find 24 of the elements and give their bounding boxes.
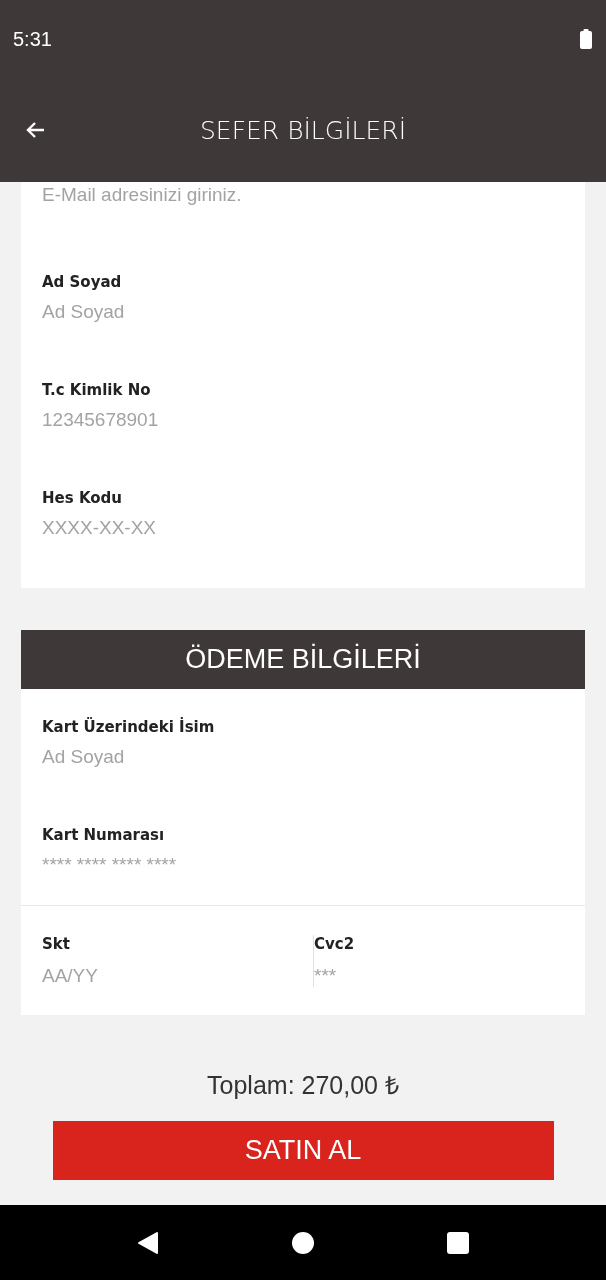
section-title: ÖDEME BİLGİLERİ <box>185 644 421 675</box>
home-icon[interactable] <box>291 1230 315 1255</box>
field-label: Cvc2 <box>314 934 356 953</box>
field-label: Kart Üzerindeki İsim <box>42 718 215 736</box>
input-field[interactable]: 12345678901 <box>42 409 522 431</box>
back-icon[interactable] <box>135 1230 160 1255</box>
battery-icon <box>580 29 592 49</box>
input-field[interactable]: XXXX-XX-XX <box>42 517 522 539</box>
buy-button[interactable]: SATIN AL <box>52 1121 554 1180</box>
input-field[interactable]: Ad Soyad <box>42 301 522 323</box>
input-field[interactable]: **** **** **** **** <box>42 854 522 876</box>
input-field[interactable]: Ad Soyad <box>42 746 522 768</box>
input-field[interactable]: E-Mail adresinizi giriniz. <box>42 184 522 206</box>
field-label: Hes Kodu <box>42 489 122 507</box>
recents-icon[interactable] <box>446 1230 471 1255</box>
total-price: Toplam: 270,00 ₺ <box>207 1070 399 1101</box>
input-field[interactable]: *** <box>314 964 534 987</box>
field-label: Skt <box>42 934 71 953</box>
field-label: T.c Kimlik No <box>42 381 151 399</box>
input-field[interactable]: AA/YY <box>42 964 262 987</box>
field-label: Kart Numarası <box>42 826 165 844</box>
status-time: 5:31 <box>13 27 52 51</box>
screen-title: SEFER BİLGİLERİ <box>199 115 406 145</box>
field-label: Ad Soyad <box>42 273 122 291</box>
